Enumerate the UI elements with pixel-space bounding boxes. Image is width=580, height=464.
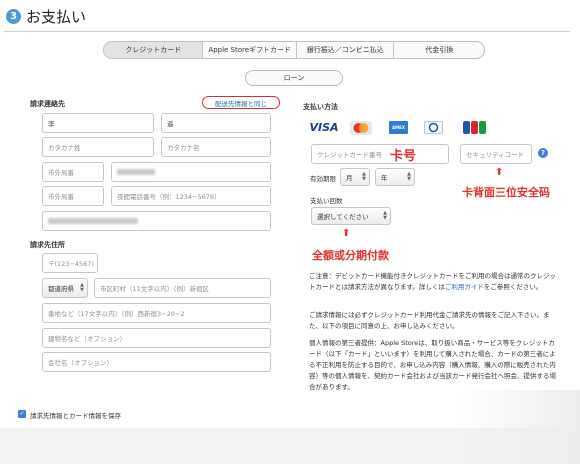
installments-select[interactable]: 選択してください ▲ ▼: [311, 207, 391, 225]
select-arrows-icon: ▲ ▼: [383, 210, 387, 221]
jcb-logo-icon: [463, 121, 486, 134]
visa-logo-icon: VISA: [309, 121, 339, 134]
tab-bank-convenience[interactable]: 銀行振込／コンビニ払込: [297, 42, 395, 58]
security-code-annotation: 卡背面三位安全码: [462, 186, 550, 199]
billing-section-title: 請求連絡先: [30, 100, 65, 108]
header-divider: [4, 31, 570, 32]
step-number-badge: 3: [6, 9, 21, 24]
billing-info-notice: ご請求情報には必ずクレジットカード利用代金ご請求先の情報をご記入下さい。また、以…: [309, 311, 550, 330]
kana-last-name-field[interactable]: カタカナ姓: [42, 137, 154, 157]
expiry-year-value: 年: [381, 174, 388, 182]
payment-section-title: 支払い方法: [303, 103, 338, 111]
amex-logo-icon: AMEX: [389, 121, 408, 134]
installments-value: 選択してください: [317, 213, 369, 221]
help-icon[interactable]: ?: [538, 148, 548, 158]
redacted-email: [48, 218, 138, 224]
expiry-month-select[interactable]: 月 ▲ ▼: [340, 168, 370, 186]
tab-cash-on-delivery[interactable]: 代金引換: [394, 42, 484, 58]
loan-button[interactable]: ローン: [245, 70, 343, 86]
address-section-title: 請求先住所: [30, 241, 65, 249]
day-phone-field[interactable]: [111, 162, 271, 182]
expiry-label: 有効期限: [310, 175, 336, 183]
postal-code-field[interactable]: 〒(123−4567): [42, 253, 98, 273]
same-as-shipping-button[interactable]: 配送先情報と同じ: [202, 96, 280, 109]
city-field[interactable]: 市区町村（11文字以内）（例）新宿区: [94, 278, 271, 298]
email-field[interactable]: [42, 211, 271, 231]
card-number-field[interactable]: クレジットカード番号: [311, 144, 449, 164]
last-name-field[interactable]: 李: [42, 113, 154, 133]
company-field[interactable]: 会社名（オプション）: [42, 352, 271, 372]
page-title: お支払い: [26, 8, 87, 26]
building-field[interactable]: 建物名など（オプション）: [42, 328, 271, 348]
mastercard-logo-icon: [350, 120, 372, 135]
tab-credit-card[interactable]: クレジットカード: [104, 42, 204, 58]
save-info-checkbox[interactable]: ✓: [18, 410, 26, 418]
card-number-annotation: 卡号: [390, 149, 417, 164]
day-area-code-field[interactable]: 市外局番: [42, 162, 104, 182]
night-phone-field[interactable]: 夜間電話番号（例：1234−5678）: [111, 186, 271, 206]
privacy-notice: 個人情報の第三者提供：Apple Storeは、取り扱い商品・サービス等をクレジ…: [309, 339, 556, 391]
payment-method-tabs: クレジットカード Apple Storeギフトカード 銀行振込／コンビニ払込 代…: [103, 41, 485, 59]
footer-shade: [452, 390, 580, 464]
first-name-field[interactable]: 遥: [161, 113, 271, 133]
installments-annotation: 全额或分期付款: [312, 249, 389, 262]
up-arrow-icon: ⬆: [495, 167, 504, 178]
night-area-code-field[interactable]: 市外局番: [42, 186, 104, 206]
select-arrows-icon: ▲ ▼: [407, 171, 411, 182]
select-arrows-icon: ▲ ▼: [80, 282, 84, 293]
kana-first-name-field[interactable]: カタカナ名: [161, 137, 271, 157]
select-arrows-icon: ▲ ▼: [362, 171, 366, 182]
redacted-phone: [117, 169, 155, 175]
security-code-field[interactable]: セキュリティコード: [460, 144, 532, 164]
diners-club-logo-icon: [424, 121, 443, 134]
prefecture-value: 都道府県: [48, 285, 74, 293]
usage-guide-link[interactable]: ご利用ガイド: [445, 283, 484, 291]
tab-gift-card[interactable]: Apple Storeギフトカード: [203, 42, 297, 58]
street-field[interactable]: 番地など（17文字以内）（例）西新宿3−20−2: [42, 303, 271, 323]
up-arrow-icon: ⬆: [342, 228, 351, 239]
prefecture-select[interactable]: 都道府県 ▲ ▼: [42, 278, 88, 298]
installments-label: 支払い回数: [310, 197, 343, 205]
expiry-month-value: 月: [346, 174, 353, 182]
expiry-year-select[interactable]: 年 ▲ ▼: [375, 168, 415, 186]
debit-card-notice: ご注意：デビットカード機能付きクレジットカードをご利用の場合は通常のクレジットカ…: [309, 272, 556, 291]
save-info-label: 請求先情報とカード情報を保存: [30, 412, 121, 420]
